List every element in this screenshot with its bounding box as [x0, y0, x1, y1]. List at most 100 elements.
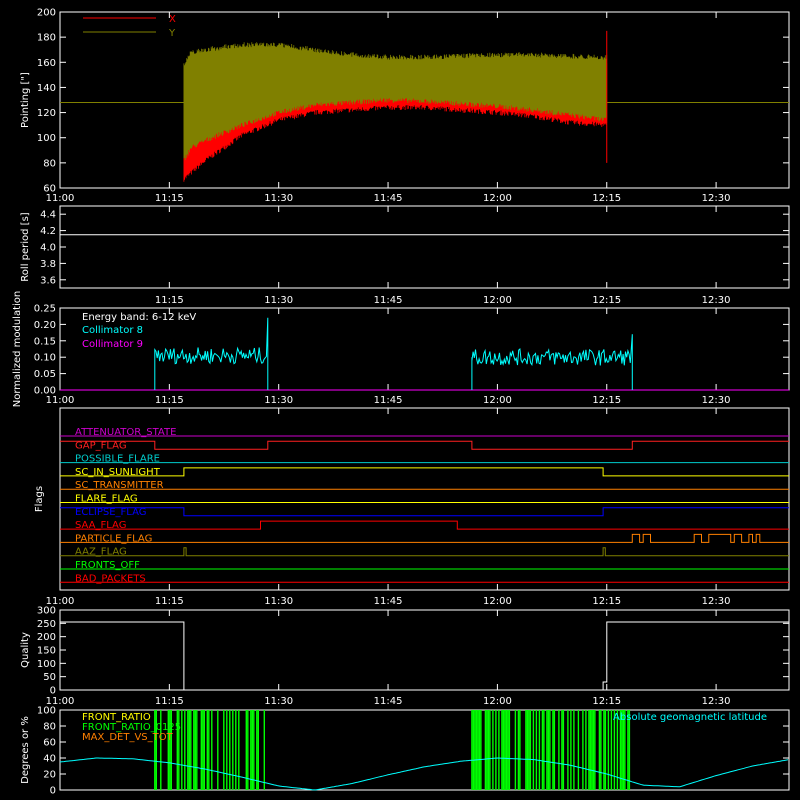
quality-y-ticks: 0 50 100 150 200 250 300 — [37, 606, 789, 697]
y-tick-label: 0.10 — [34, 353, 56, 364]
quality-line — [60, 621, 789, 691]
y-tick-label: 3.6 — [40, 275, 56, 286]
collimator-8-segment — [154, 317, 269, 390]
pointing-series — [60, 30, 789, 182]
modulation-legend: Energy band: 6-12 keV Collimator 8 Colli… — [82, 312, 196, 350]
front-ratio-burst — [471, 710, 631, 790]
y-tick-label: 0 — [50, 686, 56, 697]
legend-collimator-8: Collimator 8 — [82, 325, 143, 336]
ylabel-pointing: Pointing ["] — [20, 72, 31, 128]
y-tick-label: 250 — [37, 619, 56, 630]
flags-series: ATTENUATOR_STATEGAP_FLAGPOSSIBLE_FLARESC… — [60, 427, 789, 584]
x-tick-label: 11:30 — [264, 696, 293, 707]
x-tick-label: 11:45 — [374, 696, 403, 707]
x-tick-label: 11:30 — [264, 193, 293, 204]
x-tick-label: 12:30 — [702, 596, 731, 607]
panel-modulation: Normalized modulation 0.000.050.100.150.… — [12, 291, 790, 408]
quality-series — [60, 621, 789, 691]
y-tick-label: 120 — [37, 108, 56, 119]
pointing-legend: X Y — [83, 14, 176, 39]
x-tick-label: 12:30 — [702, 295, 731, 306]
x-tick-label: 12:15 — [592, 395, 621, 406]
x-tick-label: 12:15 — [592, 696, 621, 707]
y-tick-label: 0.25 — [34, 304, 56, 315]
pointing-dashboard-figure: Pointing ["] 6080100120140160180200 11:0… — [12, 8, 790, 797]
y-tick-label: 60 — [43, 738, 56, 749]
ylabel-modulation: Normalized modulation — [12, 291, 23, 408]
ylabel-quality: Quality — [20, 632, 31, 668]
x-tick-label: 12:30 — [702, 696, 731, 707]
y-tick-label: 4.4 — [40, 210, 56, 221]
flag-line — [60, 440, 789, 450]
roll-y-ticks: 3.6 3.8 4.0 4.2 4.4 — [40, 210, 789, 286]
y-tick-label: 3.8 — [40, 259, 56, 270]
y-tick-label: 180 — [37, 33, 56, 44]
x-tick-label: 11:45 — [374, 596, 403, 607]
x-tick-label: 12:15 — [592, 193, 621, 204]
y-tick-label: 100 — [37, 706, 56, 717]
ylabel-flags: Flags — [34, 486, 45, 512]
y-tick-label: 4.0 — [40, 243, 56, 254]
x-tick-label: 12:15 — [592, 596, 621, 607]
x-tick-label: 11:15 — [155, 295, 184, 306]
panel-quality: Quality 050100150200250300 11:00 11:15 11:… — [20, 606, 790, 707]
flag-line — [60, 547, 789, 557]
x-tick-label: 11:15 — [155, 696, 184, 707]
y-tick-label: 0.15 — [34, 336, 56, 347]
x-tick-label: 12:00 — [483, 395, 512, 406]
x-tick-label: 11:45 — [374, 295, 403, 306]
ylabel-roll: Roll period [s] — [20, 212, 31, 281]
panel-roll-frame — [59, 205, 790, 289]
pointing-series-y — [183, 42, 608, 161]
flag-line — [60, 533, 789, 543]
x-tick-label: 11:30 — [264, 295, 293, 306]
y-tick-label: 0.20 — [34, 320, 56, 331]
flag-label: ECLIPSE_FLAG — [75, 507, 146, 518]
y-tick-label: 20 — [43, 770, 56, 781]
x-tick-label: 12:00 — [483, 596, 512, 607]
y-tick-label: 4.2 — [40, 226, 56, 237]
y-tick-label: 200 — [37, 632, 56, 643]
x-tick-label: 12:30 — [702, 193, 731, 204]
legend-geomagnetic-latitude: Absolute geomagnetic latitude — [613, 712, 767, 723]
flag-line — [60, 507, 789, 517]
collimator-8-segment — [471, 334, 633, 390]
x-tick-label: 11:45 — [374, 193, 403, 204]
panel-flags: Flags 11:00 11:15 11:30 11:45 12:00 12:15 12:3… — [34, 407, 790, 607]
y-tick-label: 140 — [37, 83, 56, 94]
y-tick-label: 80 — [43, 158, 56, 169]
x-tick-label: 12:00 — [483, 295, 512, 306]
modulation-series — [60, 317, 789, 391]
legend-x-label: X — [169, 14, 176, 25]
y-tick-label: 40 — [43, 754, 56, 765]
y-tick-label: 100 — [37, 659, 56, 670]
x-tick-label: 11:15 — [155, 395, 184, 406]
y-tick-label: 0 — [50, 786, 56, 797]
x-tick-label: 12:30 — [702, 395, 731, 406]
legend-y-label: Y — [168, 28, 176, 39]
x-tick-label: 12:00 — [483, 696, 512, 707]
x-tick-label: 11:45 — [374, 395, 403, 406]
flag-line — [60, 520, 789, 530]
x-tick-label: 11:30 — [264, 395, 293, 406]
quality-x-ticks: 11:00 11:15 11:30 11:45 12:00 12:15 12:30 — [46, 610, 731, 707]
legend-max-det-vs-tot: MAX_DET_VS_TOT — [82, 732, 174, 743]
y-tick-label: 160 — [37, 58, 56, 69]
roll-x-ticks: 11:15 11:30 11:45 12:00 12:15 12:30 — [155, 206, 731, 306]
ylabel-ratios: Degrees or % — [20, 716, 31, 784]
y-tick-label: 150 — [37, 646, 56, 657]
x-tick-label: 11:30 — [264, 596, 293, 607]
legend-energy-band: Energy band: 6-12 keV — [82, 312, 196, 323]
legend-collimator-9: Collimator 9 — [82, 339, 143, 350]
x-tick-label: 11:15 — [155, 596, 184, 607]
panel-ratios: Degrees or % 020406080100 FRONT_RATIO FR… — [20, 706, 790, 797]
flag-line — [60, 467, 789, 477]
y-tick-label: 300 — [37, 606, 56, 617]
ylabel-modulation-text: Normalized modulation — [12, 291, 23, 408]
x-tick-label: 11:00 — [46, 193, 75, 204]
y-tick-label: 50 — [43, 672, 56, 683]
y-tick-label: 0.05 — [34, 369, 56, 380]
pointing-x-ticks: 11:00 11:15 11:30 11:45 12:00 12:15 12:30 — [46, 12, 731, 204]
y-tick-label: 80 — [43, 722, 56, 733]
panel-pointing: Pointing ["] 6080100120140160180200 11:0… — [20, 8, 790, 204]
